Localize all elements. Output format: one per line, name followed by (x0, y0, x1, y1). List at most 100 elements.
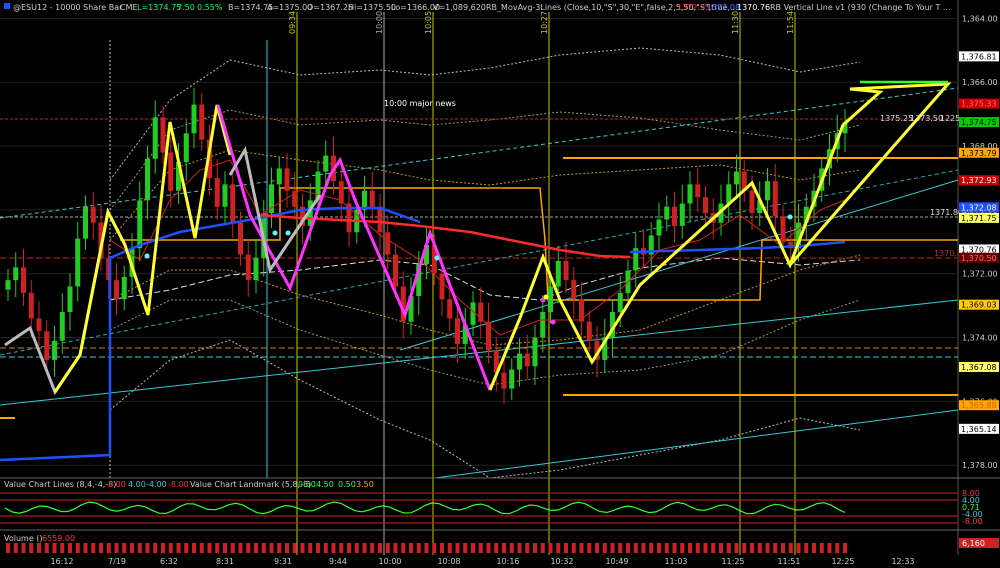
volume-bar (695, 543, 700, 553)
volume-bar (742, 543, 747, 553)
volume-bar (478, 543, 483, 553)
candle-body (563, 260, 569, 281)
header-study2: RB Vertical Line v1 (930 (Change To Your… (770, 3, 951, 12)
marker-dot (272, 230, 278, 236)
time-vertical-label: 10:27 (540, 11, 549, 34)
volume-bar (378, 543, 382, 553)
volume-bar (323, 543, 328, 553)
volume-bar (509, 543, 514, 553)
volume-bar (91, 543, 96, 553)
volume-bar (145, 543, 150, 553)
chart-svg[interactable]: @ESU12 - 10000 Share Bar CME L=1374.75 7… (0, 0, 1000, 568)
volume-bar (13, 543, 18, 553)
volume-bar (556, 543, 561, 553)
candle-body (455, 318, 460, 344)
candle-body (191, 104, 197, 134)
volume-bar (184, 543, 189, 553)
volume-bar (254, 543, 258, 553)
symbol-icon (4, 3, 10, 9)
volume-bar (835, 543, 840, 553)
time-axis-label: 9:31 (274, 557, 292, 566)
candle-body (439, 273, 445, 300)
volume-bar (99, 543, 103, 553)
candle-body (253, 257, 259, 281)
volume-bar (719, 543, 723, 553)
candle-body (28, 292, 34, 319)
candle-body (664, 206, 670, 220)
annotation-2: 1373.50 (910, 114, 943, 123)
volume-bar (68, 543, 72, 553)
price-badge-label: 1,375.33 (961, 100, 997, 109)
time-axis-label: 12:25 (831, 557, 854, 566)
candle-body (21, 267, 26, 293)
volume-bar (238, 543, 243, 553)
header-symbol: @ESU12 - 10000 Share Bar (13, 3, 123, 12)
candle-body (36, 318, 42, 332)
volume-bar (223, 543, 227, 553)
price-badge-label: 1,372.93 (961, 176, 997, 185)
header-high: Hi=1375.50 (348, 3, 396, 12)
candle-body (114, 280, 119, 300)
time-axis-label: 11:25 (721, 557, 744, 566)
time-axis-label: 10:49 (605, 557, 628, 566)
volume-bar (122, 543, 127, 553)
volume-bar (564, 543, 568, 553)
volume-bar (261, 543, 266, 553)
value-chart-v7: 0.50 (338, 480, 356, 489)
volume-bar (432, 543, 437, 553)
volume-bar (525, 543, 530, 553)
annotation-4: 1371.80 (930, 208, 963, 217)
volume-bar (773, 543, 778, 553)
marker-dot (434, 255, 440, 261)
header-change: 7.50 (177, 3, 195, 12)
volume-bar (75, 543, 80, 553)
candle-body (276, 168, 282, 185)
volume-axis-label: 6,160 (962, 539, 985, 548)
volume-bar (106, 543, 111, 553)
volume-bar (393, 543, 398, 553)
header-ask: A=1375.00 (267, 3, 312, 12)
volume-bar (618, 543, 623, 553)
candle-body (5, 280, 11, 290)
volume-bar (649, 543, 654, 553)
candle-body (44, 331, 50, 360)
time-axis-label: 11:51 (777, 557, 800, 566)
candle-body (447, 299, 453, 319)
price-axis-label: 1,364.00 (962, 14, 998, 23)
volume-bar (750, 543, 754, 553)
price-badge-label: 1,365.88 (961, 401, 997, 410)
candle-body (524, 353, 530, 367)
volume-bar (757, 543, 762, 553)
value-chart-v2: 4.00 (128, 480, 146, 489)
volume-bar (44, 543, 49, 553)
time-axis-label: 9:44 (329, 557, 347, 566)
candle-body (687, 184, 693, 204)
volume-bar (269, 543, 274, 553)
volume-bar (60, 543, 65, 553)
candle-body (656, 219, 662, 236)
candle-body (245, 254, 251, 281)
annotation-3: 1225 (940, 114, 960, 123)
volume-bar (424, 543, 429, 553)
time-axis-label: 6:32 (160, 557, 178, 566)
candle-body (734, 171, 739, 185)
price-badge-label: 1,370.50 (961, 254, 997, 263)
candle-body (152, 117, 158, 159)
volume-bar (494, 543, 499, 553)
header-volume: V=1,089,620 (433, 3, 486, 12)
volume-bar (571, 543, 576, 553)
candle-body (377, 206, 383, 233)
volume-bar (843, 543, 847, 553)
volume-bar (703, 543, 708, 553)
time-vertical-label: 11:30 (731, 11, 740, 34)
value-chart-axis-label: -8.00 (962, 517, 983, 526)
volume-bar (672, 543, 677, 553)
value-chart-v1: 8.00 (108, 480, 126, 489)
marker-dot (543, 294, 549, 300)
candle-body (780, 216, 786, 242)
volume-bar (641, 543, 646, 553)
value-chart-title: Value Chart Lines (8,4,-4,-8) (4, 480, 116, 489)
volume-bar (308, 543, 313, 553)
candle-body (695, 184, 701, 198)
time-vertical-label: 10:00 (375, 11, 384, 34)
